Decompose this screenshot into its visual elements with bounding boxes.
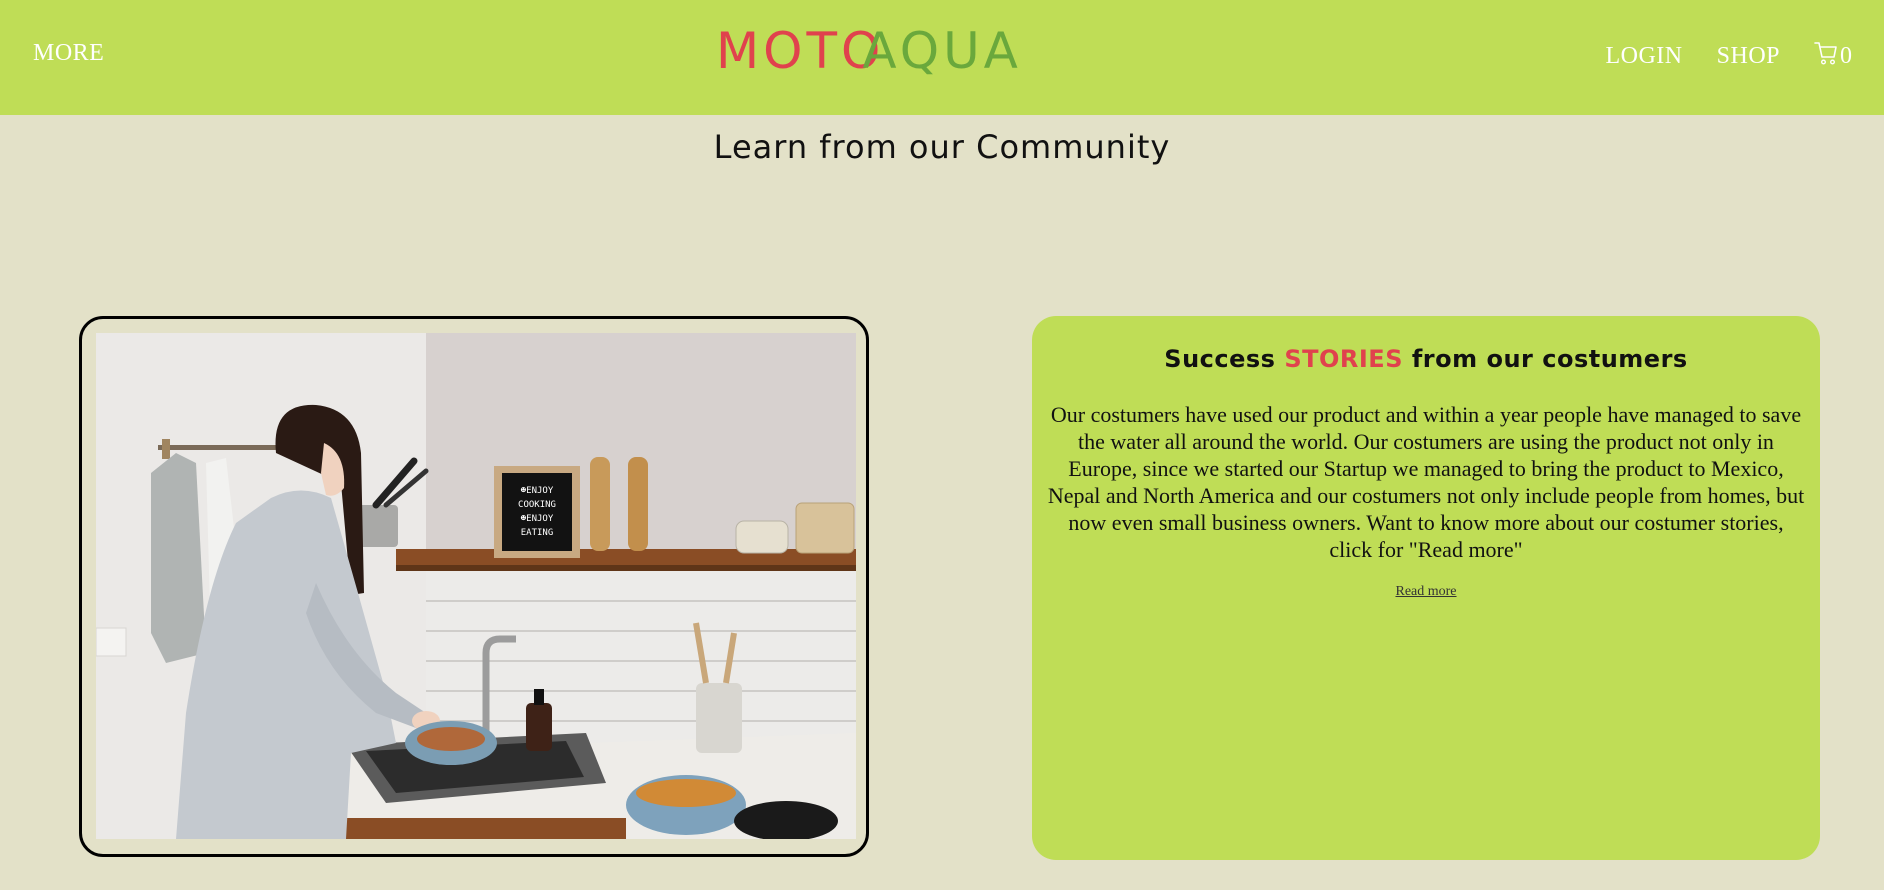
story-title-accent: STORIES — [1284, 345, 1403, 373]
page-title: Learn from our Community — [713, 128, 1171, 166]
story-title: Success STORIES from our costumers — [1032, 345, 1820, 373]
read-more-link[interactable]: Read more — [1032, 584, 1820, 600]
story-title-suffix: from our costumers — [1402, 345, 1688, 373]
nav-right-group: LOGIN SHOP 0 — [1571, 40, 1852, 73]
shop-link[interactable]: SHOP — [1717, 43, 1780, 70]
logo-part-aqua: AQUA — [862, 22, 1022, 80]
community-photo-frame: ☻ENJOY COOKING ☻ENJOY EATING — [79, 316, 869, 857]
login-link[interactable]: LOGIN — [1605, 43, 1682, 70]
story-body-text: Our costumers have used our product and … — [1047, 402, 1805, 562]
success-stories-card: Success STORIES from our costumers Our c… — [1032, 316, 1820, 860]
cart-icon — [1814, 40, 1838, 73]
cart-button[interactable]: 0 — [1814, 40, 1852, 73]
story-title-prefix: Success — [1164, 345, 1285, 373]
more-menu-button[interactable]: MORE — [33, 40, 104, 67]
cart-count: 0 — [1840, 43, 1852, 69]
brand-logo[interactable]: MOTOAQUA — [716, 22, 1022, 80]
top-nav-bar: MORE MOTOAQUA LOGIN SHOP 0 — [0, 0, 1884, 115]
woman-cooking-photo: ☻ENJOY COOKING ☻ENJOY EATING — [96, 333, 856, 839]
sign-line-1: ☻ENJOY — [521, 486, 554, 496]
sign-line-4: EATING — [521, 528, 554, 538]
logo-part-moto: MOTO — [716, 22, 885, 80]
sign-line-2: COOKING — [518, 500, 556, 510]
sign-line-3: ☻ENJOY — [521, 514, 554, 524]
